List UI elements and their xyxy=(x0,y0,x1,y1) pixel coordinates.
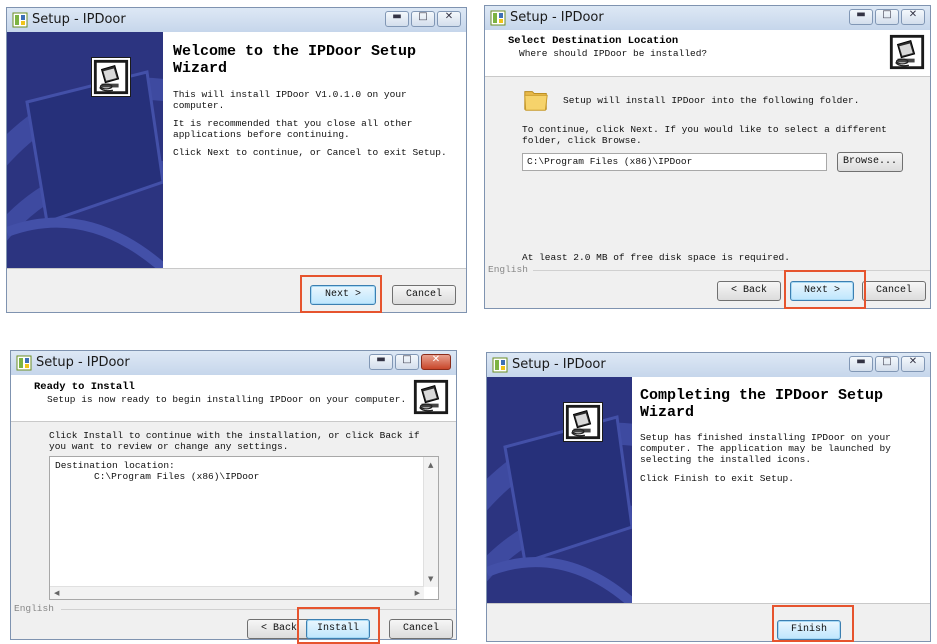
close-button[interactable]: ✕ xyxy=(421,354,451,370)
ready-summary-memo[interactable]: Destination location: C:\Program Files (… xyxy=(49,456,439,600)
maximize-icon: □ xyxy=(882,9,892,20)
ready-window: Setup - IPDoor ▬ □ ✕ Ready to Install Se… xyxy=(10,350,457,640)
finish-para-1: Setup has finished installing IPDoor on … xyxy=(640,432,891,465)
maximize-button[interactable]: □ xyxy=(411,11,435,27)
welcome-window: Setup - IPDoor ▬ □ ✕ Welcome to the IPDo… xyxy=(6,7,467,313)
window-title: Setup - IPDoor xyxy=(512,357,606,372)
minimize-button[interactable]: ▬ xyxy=(849,356,873,372)
highlight-box xyxy=(784,270,866,309)
memo-value: C:\Program Files (x86)\IPDoor xyxy=(94,471,260,482)
highlight-box xyxy=(772,605,854,642)
minimize-icon: ▬ xyxy=(856,356,866,367)
highlight-box xyxy=(300,275,382,313)
setup-app-icon xyxy=(16,355,32,371)
language-label: English xyxy=(488,264,528,275)
install-path-field[interactable]: C:\Program Files (x86)\IPDoor xyxy=(522,153,827,171)
title-bar[interactable]: Setup - IPDoor ▬ □ ✕ xyxy=(11,351,456,376)
maximize-button[interactable]: □ xyxy=(875,356,899,372)
cancel-button[interactable]: Cancel xyxy=(862,281,926,301)
wizard-sidebar-image xyxy=(7,32,163,268)
window-title: Setup - IPDoor xyxy=(36,355,130,370)
welcome-para-2: It is recommended that you close all oth… xyxy=(173,118,413,140)
separator xyxy=(533,270,930,271)
separator xyxy=(487,603,930,604)
separator xyxy=(7,268,466,269)
scroll-right-icon[interactable]: ▶ xyxy=(415,589,420,597)
wizard-header: Ready to Install Setup is now ready to b… xyxy=(11,375,456,422)
setup-app-icon xyxy=(492,357,508,373)
destination-window: Setup - IPDoor ▬ □ ✕ Select Destination … xyxy=(484,5,931,309)
browse-button[interactable]: Browse... xyxy=(837,152,903,172)
close-icon: ✕ xyxy=(431,354,441,365)
cancel-button[interactable]: Cancel xyxy=(389,619,453,639)
minimize-icon: ▬ xyxy=(392,11,402,22)
folder-icon xyxy=(522,86,550,114)
back-button[interactable]: < Back xyxy=(717,281,781,301)
separator xyxy=(61,609,456,610)
disk-space-note: At least 2.0 MB of free disk space is re… xyxy=(522,252,790,263)
maximize-icon: □ xyxy=(402,354,412,365)
title-bar[interactable]: Setup - IPDoor ▬ □ ✕ xyxy=(485,6,930,31)
memo-label: Destination location: xyxy=(55,460,175,471)
title-bar[interactable]: Setup - IPDoor ▬ □ ✕ xyxy=(487,353,930,378)
close-button[interactable]: ✕ xyxy=(901,9,925,25)
minimize-icon: ▬ xyxy=(376,354,386,365)
welcome-para-3: Click Next to continue, or Cancel to exi… xyxy=(173,147,447,158)
close-button[interactable]: ✕ xyxy=(437,11,461,27)
maximize-button[interactable]: □ xyxy=(875,9,899,25)
scroll-up-icon[interactable]: ▲ xyxy=(428,461,433,469)
page-subtitle: Setup is now ready to begin installing I… xyxy=(47,394,407,405)
close-icon: ✕ xyxy=(908,356,918,367)
maximize-icon: □ xyxy=(418,11,428,22)
vertical-scrollbar[interactable]: ▲ ▼ xyxy=(423,457,438,587)
minimize-button[interactable]: ▬ xyxy=(369,354,393,370)
scroll-down-icon[interactable]: ▼ xyxy=(428,575,433,583)
page-title: Ready to Install xyxy=(34,381,135,393)
wizard-sidebar-image xyxy=(487,377,632,603)
close-button[interactable]: ✕ xyxy=(901,356,925,372)
finish-para-2: Click Finish to exit Setup. xyxy=(640,473,794,484)
finish-title: Completing the IPDoor Setup Wizard xyxy=(640,387,884,421)
setup-app-icon xyxy=(490,10,506,26)
window-title: Setup - IPDoor xyxy=(510,10,604,25)
maximize-button[interactable]: □ xyxy=(395,354,419,370)
welcome-title: Welcome to the IPDoor Setup Wizard xyxy=(173,43,417,77)
wizard-computer-icon xyxy=(412,378,450,416)
finish-window: Setup - IPDoor ▬ □ ✕ Completing the IPDo… xyxy=(486,352,931,642)
setup-app-icon xyxy=(12,12,28,28)
language-label: English xyxy=(14,603,54,614)
ready-instructions: Click Install to continue with the insta… xyxy=(49,430,420,452)
cancel-button[interactable]: Cancel xyxy=(392,285,456,305)
maximize-icon: □ xyxy=(882,356,892,367)
page-title: Select Destination Location xyxy=(508,35,679,47)
destination-instructions: To continue, click Next. If you would li… xyxy=(522,124,887,146)
welcome-para-1: This will install IPDoor V1.0.1.0 on you… xyxy=(173,89,407,111)
content-panel: Welcome to the IPDoor Setup Wizard This … xyxy=(163,32,466,268)
horizontal-scrollbar[interactable]: ◀ ▶ xyxy=(50,586,424,599)
close-icon: ✕ xyxy=(444,11,454,22)
title-bar[interactable]: Setup - IPDoor ▬ □ ✕ xyxy=(7,8,466,33)
window-title: Setup - IPDoor xyxy=(32,12,126,27)
close-icon: ✕ xyxy=(908,9,918,20)
destination-intro: Setup will install IPDoor into the follo… xyxy=(563,95,860,106)
highlight-box xyxy=(297,607,380,644)
minimize-button[interactable]: ▬ xyxy=(849,9,873,25)
minimize-icon: ▬ xyxy=(856,9,866,20)
wizard-header: Select Destination Location Where should… xyxy=(485,30,930,77)
content-panel: Completing the IPDoor Setup Wizard Setup… xyxy=(632,377,930,603)
wizard-computer-icon xyxy=(888,33,926,71)
minimize-button[interactable]: ▬ xyxy=(385,11,409,27)
scroll-left-icon[interactable]: ◀ xyxy=(54,589,59,597)
page-subtitle: Where should IPDoor be installed? xyxy=(519,48,708,59)
